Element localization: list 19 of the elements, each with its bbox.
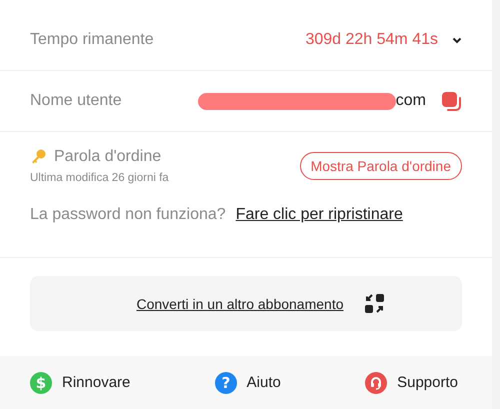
username-value: com <box>396 92 426 110</box>
copy-icon[interactable] <box>440 90 462 112</box>
chevron-down-icon[interactable] <box>452 36 462 44</box>
convert-link[interactable]: Converti in un altro abbonamento <box>136 296 344 312</box>
last-modified-text: Ultima modifica 26 giorni fa <box>30 172 169 184</box>
show-password-button[interactable]: Mostra Parola d'ordine <box>300 152 462 180</box>
help-icon: ? <box>214 372 237 394</box>
footer-link[interactable]: ? Aiuto <box>214 372 281 394</box>
footer-link[interactable]: Supporto <box>365 372 458 394</box>
password-help-text: La password non funziona? <box>30 206 226 224</box>
swap-icon[interactable] <box>364 292 386 314</box>
time-remaining-label: Tempo rimanente <box>30 31 154 49</box>
password-label: Parola d'ordine <box>54 148 162 166</box>
time-remaining-value: 309d 22h 54m 41s <box>305 31 438 49</box>
username-label: Nome utente <box>30 92 122 110</box>
footer-link[interactable]: $ Rinnovare <box>30 372 130 394</box>
dollar-icon: $ <box>30 372 52 394</box>
key-icon <box>30 149 46 165</box>
reset-link[interactable]: Fare clic per ripristinare <box>236 206 403 224</box>
